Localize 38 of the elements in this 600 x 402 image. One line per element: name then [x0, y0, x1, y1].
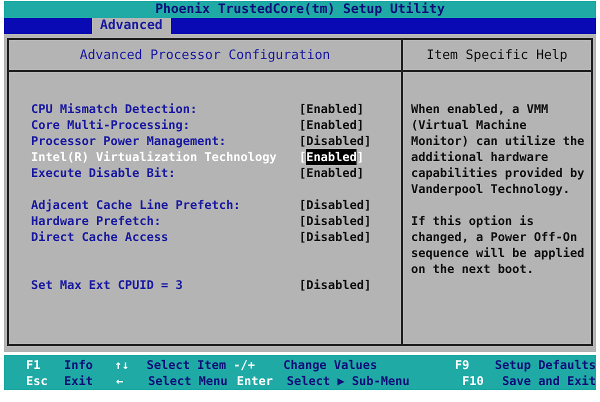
key-hint: Esc [26, 372, 49, 388]
key-action: Exit [64, 372, 93, 388]
menu-tab[interactable]: Advanced [92, 18, 171, 34]
setting-label[interactable]: Core Multi-Processing: [31, 117, 299, 133]
setting-label[interactable]: Set Max Ext CPUID = 3 [31, 277, 299, 293]
key-action: Info [64, 356, 93, 372]
setting-value[interactable]: [Disabled] [299, 197, 372, 213]
key-action: Change Values [283, 356, 378, 372]
setting-label[interactable]: Direct Cache Access [31, 229, 299, 245]
setting-label[interactable]: Execute Disable Bit: [31, 165, 299, 181]
key-hint: F10 [462, 372, 485, 388]
setting-label[interactable]: CPU Mismatch Detection: [31, 101, 299, 117]
key-hint: Enter [236, 372, 274, 388]
key-hint: -/+ [233, 356, 256, 372]
key-action: Select ▶ Sub-Menu [286, 372, 410, 388]
key-hint: ↑↓ [114, 356, 130, 372]
key-hint: F9 [454, 356, 470, 372]
setting-value[interactable]: [Enabled] [299, 101, 364, 117]
key-action: Setup Defaults [494, 356, 596, 372]
setting-value[interactable]: [Disabled] [299, 133, 372, 149]
setting-label[interactable]: Hardware Prefetch: [31, 213, 299, 229]
setting-label[interactable]: Adjacent Cache Line Prefetch: [31, 197, 299, 213]
setting-value[interactable]: [Enabled] [299, 117, 364, 133]
setting-value[interactable]: [Disabled] [299, 277, 372, 293]
key-hint: ← [116, 372, 124, 388]
window-title: Phoenix TrustedCore(tm) Setup Utility [155, 2, 445, 17]
panel-title: Advanced Processor Configuration [80, 48, 330, 62]
setting-value[interactable]: [Enabled] [299, 165, 364, 181]
setting-value[interactable]: [Disabled] [299, 229, 372, 245]
key-action: Select Menu [148, 372, 228, 388]
help-text: When enabled, a VMM (Virtual Machine Monitor) can utilize the additional hardware capabilities provided by Vanderpool Technology. [411, 101, 585, 197]
setting-value[interactable]: [Disabled] [299, 213, 372, 229]
key-hint: F1 [26, 356, 42, 372]
help-title: Item Specific Help [426, 48, 568, 62]
key-action: Save and Exit [502, 372, 596, 388]
setting-label[interactable]: Processor Power Management: [31, 133, 299, 149]
help-text: If this option is changed, a Power Off-On sequence will be applied on the next boot. [411, 213, 585, 277]
key-action: Select Item [146, 356, 226, 372]
